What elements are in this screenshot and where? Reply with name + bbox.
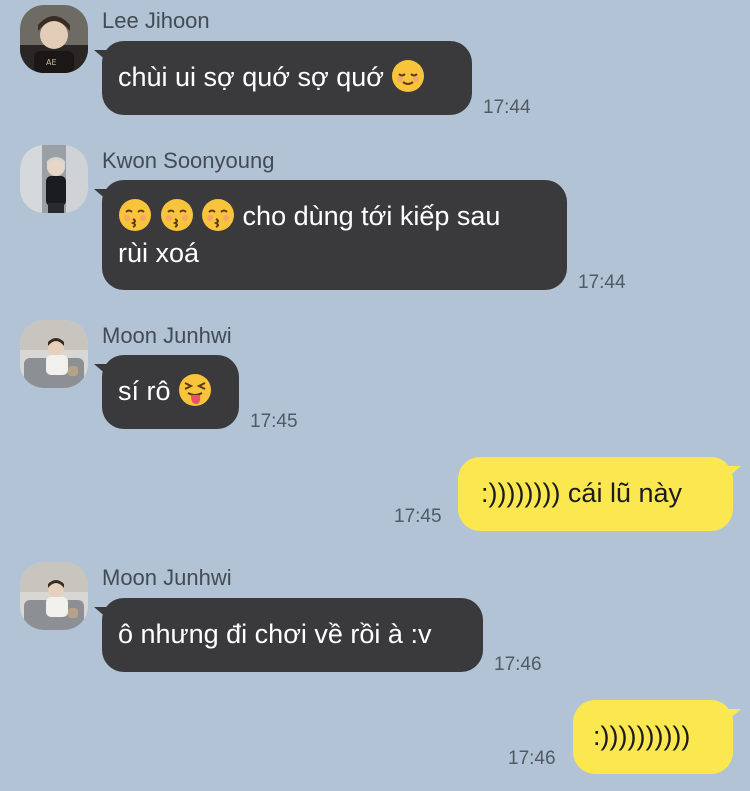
message-text: :)))))))))): [593, 721, 691, 751]
svg-text:AE: AE: [46, 58, 57, 67]
message-timestamp: 17:46: [508, 748, 556, 769]
sender-name: Kwon Soonyoung: [102, 148, 275, 173]
message-bubble-outgoing[interactable]: :)))))))) cái lũ này: [458, 457, 733, 531]
relieved-face-icon: [391, 59, 425, 93]
message-bubble-incoming[interactable]: cho dùng tới kiếp sau rùi xoá: [102, 180, 567, 290]
message-timestamp: 17:45: [394, 506, 442, 527]
bubble-tail: [727, 466, 741, 478]
message-timestamp: 17:44: [483, 97, 531, 118]
message-timestamp: 17:46: [494, 654, 542, 675]
message-text: :)))))))) cái lũ này: [481, 478, 682, 508]
message-text: chùi ui sợ quớ sợ quớ: [118, 62, 384, 92]
message-text: sí rô: [118, 376, 171, 406]
sender-name: Lee Jihoon: [102, 8, 210, 33]
message-bubble-incoming[interactable]: ô nhưng đi chơi về rồi à :v: [102, 598, 483, 672]
sender-name: Moon Junhwi: [102, 565, 232, 590]
avatar-lee-jihoon[interactable]: AE: [20, 5, 88, 73]
message-text: ô nhưng đi chơi về rồi à :v: [118, 619, 432, 649]
message-text-line: cho dùng tới kiếp sau: [242, 201, 501, 231]
bubble-tail: [727, 709, 741, 721]
message-bubble-incoming[interactable]: chùi ui sợ quớ sợ quớ: [102, 41, 472, 115]
kissing-face-closed-eyes-icon: [118, 198, 152, 232]
sender-name: Moon Junhwi: [102, 323, 232, 348]
message-bubble-incoming[interactable]: sí rô: [102, 355, 239, 429]
avatar-kwon-soonyoung[interactable]: [20, 145, 88, 213]
kissing-face-closed-eyes-icon: [201, 198, 235, 232]
squinting-tongue-face-icon: [178, 373, 212, 407]
message-timestamp: 17:45: [250, 411, 298, 432]
message-text-line: rùi xoá: [118, 238, 200, 268]
avatar-moon-junhwi[interactable]: [20, 320, 88, 388]
avatar-moon-junhwi[interactable]: [20, 562, 88, 630]
message-timestamp: 17:44: [578, 272, 626, 293]
message-bubble-outgoing[interactable]: :)))))))))): [573, 700, 733, 774]
kissing-face-closed-eyes-icon: [160, 198, 194, 232]
